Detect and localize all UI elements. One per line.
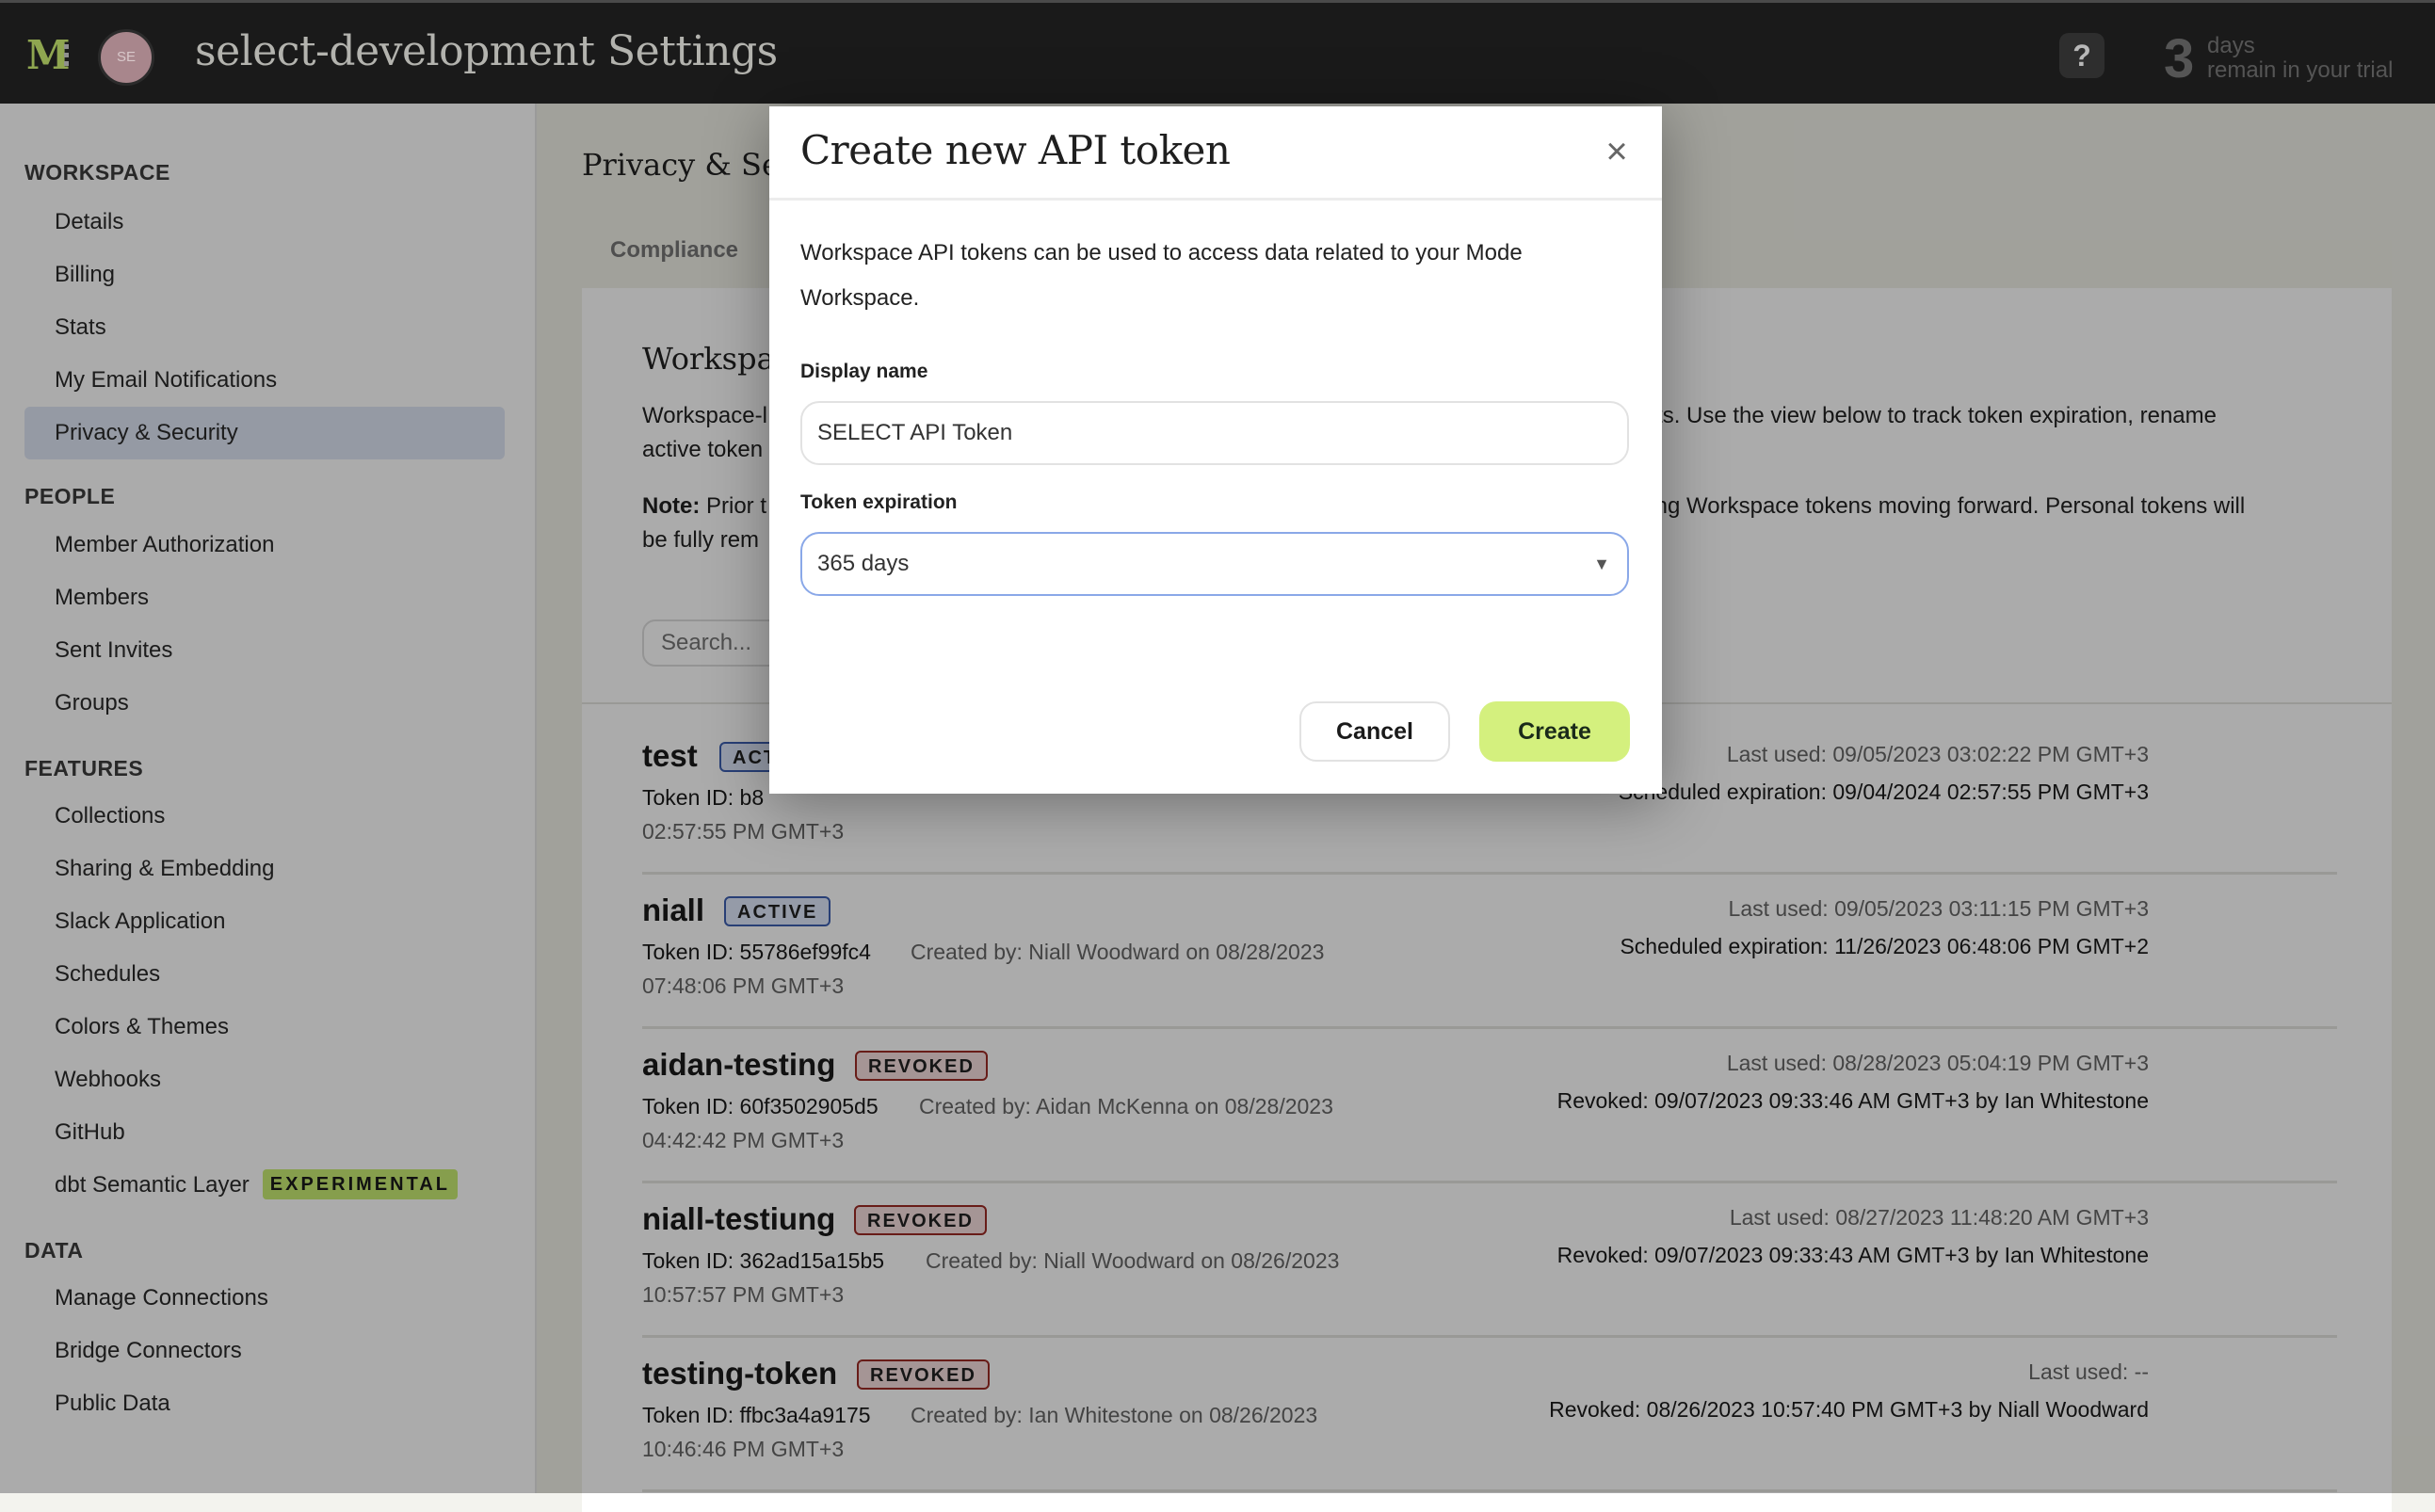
cancel-button[interactable]: Cancel: [1299, 701, 1450, 762]
app-title: select-development Settings: [195, 27, 778, 75]
chevron-down-icon: ▼: [1593, 555, 1610, 573]
help-icon[interactable]: ?: [2059, 33, 2104, 78]
modal-title: Create new API token: [800, 127, 1231, 173]
modal-header: Create new API token ×: [769, 106, 1662, 201]
token-expiration-select[interactable]: 365 days ▼: [800, 532, 1629, 596]
trial-days-count: 3: [2164, 28, 2195, 89]
create-button[interactable]: Create: [1479, 701, 1630, 762]
mode-logo[interactable]: M: [26, 35, 73, 76]
top-bar: M SE select-development Settings ? 3 day…: [0, 0, 2435, 104]
create-token-modal: Create new API token × Workspace API tok…: [769, 106, 1662, 794]
token-expiration-label: Token expiration: [800, 491, 958, 513]
menu-dots-icon: [64, 44, 69, 70]
trial-days-label: days: [2207, 33, 2255, 58]
close-icon[interactable]: ×: [1598, 133, 1636, 170]
modal-description: Workspace API tokens can be used to acce…: [800, 240, 1523, 311]
selected-expiration: 365 days: [817, 551, 910, 576]
display-name-label: Display name: [800, 361, 928, 382]
workspace-avatar[interactable]: SE: [98, 29, 154, 86]
display-name-input[interactable]: [800, 401, 1629, 465]
trial-remain-label: remain in your trial: [2207, 57, 2394, 83]
